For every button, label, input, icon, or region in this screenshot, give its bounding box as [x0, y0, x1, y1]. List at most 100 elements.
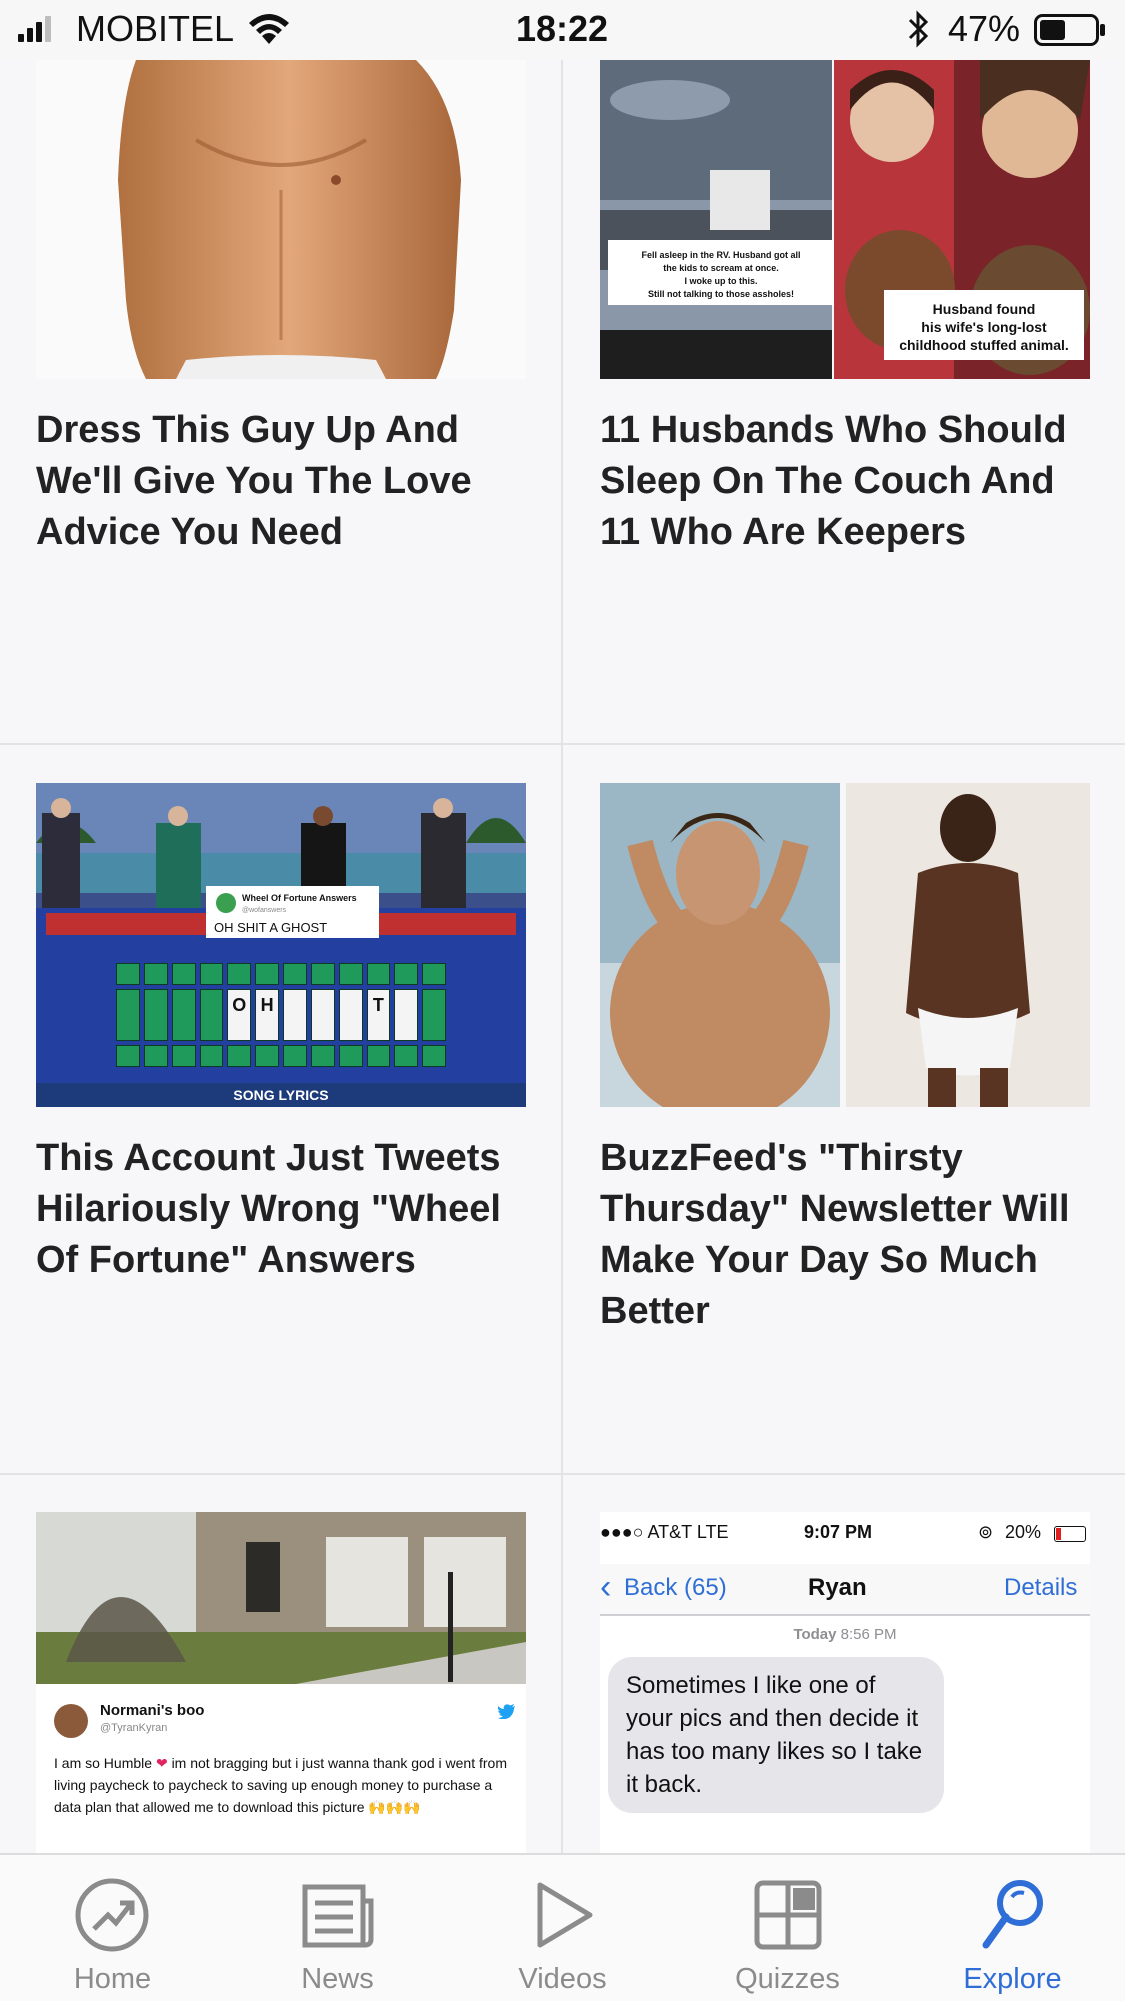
svg-text:the kids to scream at once.: the kids to scream at once.: [663, 263, 779, 273]
puzzle-tile: [422, 989, 446, 1041]
tweet-author: Normani's boo: [100, 1702, 205, 1719]
article-title[interactable]: Dress This Guy Up And We'll Give You The…: [36, 405, 536, 558]
tab-home[interactable]: Home: [0, 1855, 225, 2003]
puzzle-tile: [227, 1045, 252, 1067]
puzzle-tile: [310, 1045, 335, 1067]
battery-icon: [1034, 14, 1105, 46]
sms-timestamp: Today 8:56 PM: [793, 1626, 897, 1643]
tweet-handle: @TyranKyran: [100, 1722, 168, 1734]
row-divider: [0, 743, 1125, 745]
svg-text:Still not talking to those ass: Still not talking to those assholes!: [648, 289, 794, 299]
chevron-left-icon: ‹: [600, 1568, 612, 1606]
puzzle-tile: H: [255, 989, 279, 1041]
article-title[interactable]: BuzzFeed's "Thirsty Thursday" Newsletter…: [600, 1133, 1100, 1337]
column-divider: [561, 60, 563, 1853]
puzzle-tile: T: [366, 989, 391, 1041]
svg-text:Husband found: Husband found: [933, 301, 1036, 317]
wifi-icon: [249, 14, 289, 44]
tweet-text: I am so Humble ❤ im not bragging but i j…: [54, 1755, 507, 1815]
article-card[interactable]: Dress This Guy Up And We'll Give You The…: [36, 60, 526, 580]
status-bar: MOBITEL 18:22 47%: [0, 0, 1125, 60]
svg-text:@wofanswers: @wofanswers: [242, 907, 287, 914]
puzzle-tile: [116, 963, 140, 985]
article-thumbnail[interactable]: Wheel Of Fortune Answers @wofanswers OH …: [36, 783, 526, 1107]
puzzle-tile: [199, 1045, 224, 1067]
trending-arrow-icon: [75, 1878, 149, 1952]
puzzle-board: OH T: [116, 963, 446, 1067]
puzzle-tile: [116, 989, 140, 1041]
tab-bar: Home News Videos Quizzes Explore: [0, 1853, 1125, 2001]
article-title[interactable]: This Account Just Tweets Hilariously Wro…: [36, 1133, 536, 1286]
twitter-bird-icon: [498, 1704, 515, 1719]
puzzle-tile: [171, 989, 196, 1041]
puzzle-tile: [283, 1045, 307, 1067]
battery-percent: 47%: [948, 8, 1021, 49]
article-thumbnail[interactable]: [36, 60, 526, 379]
puzzle-tile: [255, 1045, 279, 1067]
svg-text:Wheel Of Fortune Answers: Wheel Of Fortune Answers: [242, 893, 357, 903]
article-feed[interactable]: Dress This Guy Up And We'll Give You The…: [0, 60, 1125, 1853]
tab-label: Quizzes: [735, 1963, 840, 1995]
puzzle-tile: [310, 989, 335, 1041]
svg-text:OH SHIT A GHOST: OH SHIT A GHOST: [214, 920, 327, 935]
article-thumbnail[interactable]: ●●●○ AT&T LTE 9:07 PM ⊚ 20% ‹ Back (65) …: [600, 1512, 1090, 1853]
article-card[interactable]: Wheel Of Fortune Answers @wofanswers OH …: [36, 783, 526, 1303]
svg-text:I woke up to this.: I woke up to this.: [684, 276, 757, 286]
article-card[interactable]: Fell asleep in the RV. Husband got all t…: [600, 60, 1090, 580]
puzzle-tile: [366, 1045, 391, 1067]
sms-bubble: Sometimes I like one of your pics and th…: [608, 1657, 944, 1813]
svg-text:his wife's long-lost: his wife's long-lost: [921, 319, 1047, 335]
puzzle-tile: [143, 989, 168, 1041]
svg-text:Fell asleep in the RV. Husband: Fell asleep in the RV. Husband got all: [641, 250, 800, 260]
tab-label: Videos: [518, 1963, 607, 1995]
puzzle-tile: [338, 1045, 363, 1067]
heart-icon: ❤: [155, 1755, 168, 1771]
article-card[interactable]: ●●●○ AT&T LTE 9:07 PM ⊚ 20% ‹ Back (65) …: [600, 1512, 1090, 1853]
puzzle-tile: [143, 1045, 168, 1067]
svg-text:childhood stuffed animal.: childhood stuffed animal.: [899, 337, 1069, 353]
puzzle-tile: [422, 963, 446, 985]
puzzle-tile: [143, 963, 168, 985]
avatar: [54, 1704, 88, 1738]
sms-statusbar: ●●●○ AT&T LTE 9:07 PM ⊚ 20%: [600, 1522, 1090, 1552]
tab-label: Explore: [963, 1963, 1062, 1995]
puzzle-tile: [199, 963, 224, 985]
puzzle-tile: [199, 989, 224, 1041]
search-icon: [982, 1880, 1043, 1949]
signal-icon: [18, 16, 51, 42]
article-card[interactable]: Normani's boo @TyranKyran I am so Humble…: [36, 1512, 526, 1853]
tab-videos[interactable]: Videos: [450, 1855, 675, 2003]
newspaper-icon: [302, 1884, 374, 1948]
play-icon: [537, 1882, 593, 1948]
puzzle-tile: [283, 963, 307, 985]
category-label: SONG LYRICS: [36, 1083, 526, 1107]
tab-news[interactable]: News: [225, 1855, 450, 2003]
puzzle-tile: O: [227, 989, 252, 1041]
puzzle-tile: [394, 1045, 419, 1067]
tab-quizzes[interactable]: Quizzes: [675, 1855, 900, 2003]
quiz-grid-icon: [754, 1880, 822, 1950]
carrier-name: MOBITEL: [76, 8, 235, 49]
puzzle-tile: [394, 963, 419, 985]
tab-explore[interactable]: Explore: [900, 1855, 1125, 2003]
article-thumbnail[interactable]: [600, 783, 1090, 1107]
tweet: Normani's boo @TyranKyran I am so Humble…: [36, 1684, 526, 1853]
puzzle-tile: [422, 1045, 446, 1067]
article-title[interactable]: 11 Husbands Who Should Sleep On The Couc…: [600, 405, 1100, 558]
puzzle-tile: [116, 1045, 140, 1067]
article-card[interactable]: BuzzFeed's "Thirsty Thursday" Newsletter…: [600, 783, 1090, 1343]
puzzle-tile: [338, 963, 363, 985]
sms-navbar: ‹ Back (65) Ryan Details: [600, 1564, 1090, 1616]
row-divider: [0, 1473, 1125, 1475]
puzzle-tile: [171, 963, 196, 985]
puzzle-tile: [338, 989, 363, 1041]
clock: 18:22: [516, 8, 609, 49]
article-thumbnail[interactable]: Normani's boo @TyranKyran I am so Humble…: [36, 1512, 526, 1853]
puzzle-tile: [227, 963, 252, 985]
bluetooth-icon: [908, 10, 929, 48]
puzzle-tile: [255, 963, 279, 985]
puzzle-tile: [366, 963, 391, 985]
puzzle-tile: [283, 989, 307, 1041]
battery-low-icon: [1054, 1526, 1086, 1542]
article-thumbnail[interactable]: Fell asleep in the RV. Husband got all t…: [600, 60, 1090, 379]
